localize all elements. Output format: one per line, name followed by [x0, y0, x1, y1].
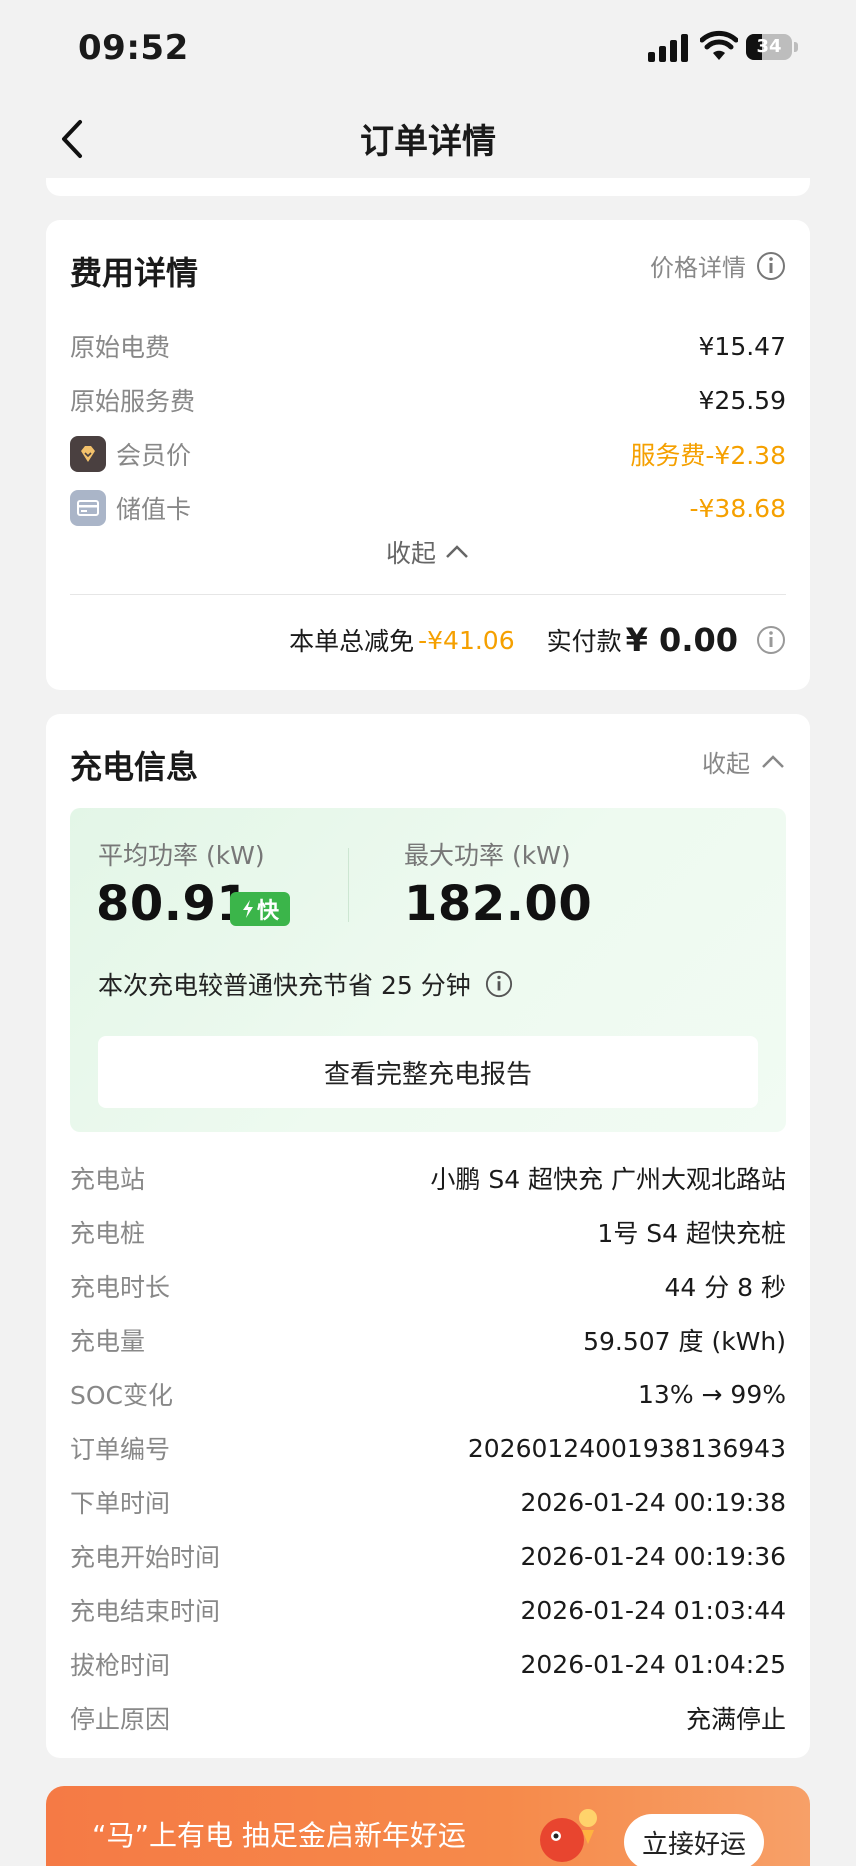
charge-info-row: SOC变化 13% → 99%	[70, 1374, 786, 1414]
fast-charge-badge: 快	[230, 892, 290, 926]
info-icon[interactable]	[756, 625, 786, 655]
charge-info-row: 拔枪时间 2026-01-24 01:04:25	[70, 1644, 786, 1684]
status-time: 09:52	[78, 28, 189, 68]
nav-bar: 订单详情	[0, 96, 856, 184]
fast-badge-label: 快	[256, 899, 279, 924]
chevron-up-icon	[762, 754, 784, 768]
fee-row-stored-card: 储值卡 -¥38.68	[70, 488, 786, 528]
charge-info-label: 停止原因	[70, 1705, 171, 1734]
fee-collapse-toggle[interactable]: 收起	[46, 534, 810, 570]
power-summary-panel: 平均功率 (kW) 80.91 快 最大功率 (kW) 182.00 本次充电较…	[70, 808, 786, 1132]
charge-info-label: 订单编号	[70, 1435, 171, 1464]
charge-info-row: 充电站 小鹏 S4 超快充 广州大观北路站	[70, 1158, 786, 1198]
charge-info-label: SOC变化	[70, 1381, 174, 1410]
price-detail-label: 价格详情	[650, 254, 746, 282]
promo-banner[interactable]: “马”上有电 抽足金启新年好运 立接好运	[46, 1786, 810, 1866]
charge-info-value: 59.507 度 (kWh)	[583, 1327, 786, 1356]
charge-info-row: 充电桩 1号 S4 超快充桩	[70, 1212, 786, 1252]
fee-row-service: 原始服务费 ¥25.59	[70, 380, 786, 420]
total-discount-value: -¥41.06	[418, 625, 515, 655]
charge-info-label: 充电站	[70, 1165, 146, 1194]
fee-totals: 本单总减免 -¥41.06 实付款 ¥ 0.00	[289, 618, 786, 662]
info-icon[interactable]	[485, 970, 513, 998]
charge-info-label: 充电量	[70, 1327, 146, 1356]
fee-card-title: 费用详情	[70, 254, 199, 292]
charge-info-value: 2026-01-24 01:03:44	[520, 1595, 786, 1625]
mascot-icon	[540, 1809, 597, 1862]
time-saved-note: 本次充电较普通快充节省 25 分钟	[98, 966, 513, 1002]
view-report-button[interactable]: 查看完整充电报告	[98, 1036, 758, 1108]
charge-info-value: 20260124001938136943	[467, 1433, 786, 1463]
charge-info-label: 充电结束时间	[70, 1597, 221, 1626]
fee-row-electricity: 原始电费 ¥15.47	[70, 326, 786, 366]
fee-row-member-price: 会员价 服务费-¥2.38	[70, 434, 786, 474]
charge-info-row: 下单时间 2026-01-24 00:19:38	[70, 1482, 786, 1522]
charge-info-value: 13% → 99%	[638, 1379, 786, 1409]
lightning-icon	[242, 900, 253, 918]
battery-icon: 34	[746, 34, 800, 62]
charge-info-label: 充电开始时间	[70, 1543, 221, 1572]
charge-info-value: 充满停止	[685, 1705, 786, 1734]
chevron-up-icon	[446, 545, 468, 558]
battery-percent: 34	[756, 36, 782, 57]
charge-info-value: 2026-01-24 00:19:36	[520, 1541, 786, 1571]
charge-info-value: 1号 S4 超快充桩	[597, 1219, 786, 1248]
fee-value: ¥25.59	[698, 385, 786, 415]
charge-info-row: 停止原因 充满停止	[70, 1698, 786, 1738]
charge-info-value: 2026-01-24 01:04:25	[520, 1649, 786, 1679]
max-power-value: 182.00	[404, 876, 593, 932]
previous-card-edge	[46, 178, 810, 196]
total-discount-label: 本单总减免	[289, 627, 415, 656]
collapse-label: 收起	[385, 539, 436, 568]
charge-info-row: 充电时长 44 分 8 秒	[70, 1266, 786, 1306]
charge-info-value: 小鹏 S4 超快充 广州大观北路站	[430, 1165, 786, 1194]
charge-info-value: 2026-01-24 00:19:38	[520, 1487, 786, 1517]
banner-action-button[interactable]: 立接好运	[624, 1814, 764, 1866]
fee-details-card: 费用详情 价格详情 原始电费 ¥15.47 原始服务费 ¥25.59 会员价 服…	[46, 220, 810, 690]
fee-value: 服务费-¥2.38	[630, 441, 786, 470]
paid-value: ¥ 0.00	[625, 621, 738, 659]
charge-info-label: 下单时间	[70, 1489, 171, 1518]
paid-label: 实付款	[546, 627, 622, 656]
charge-info-label: 拔枪时间	[70, 1651, 171, 1680]
diamond-icon	[70, 436, 106, 472]
charge-info-label: 充电时长	[70, 1273, 171, 1302]
wifi-icon	[700, 30, 738, 60]
charge-info-row: 充电开始时间 2026-01-24 00:19:36	[70, 1536, 786, 1576]
charge-info-value: 44 分 8 秒	[664, 1273, 786, 1302]
price-detail-link[interactable]: 价格详情	[650, 248, 786, 283]
collapse-label: 收起	[702, 750, 750, 778]
charge-info-row: 订单编号 20260124001938136943	[70, 1428, 786, 1468]
charge-collapse-toggle[interactable]: 收起	[702, 744, 786, 779]
metric-divider	[348, 848, 349, 922]
card-icon	[70, 490, 106, 526]
fee-label: 原始电费	[70, 333, 171, 362]
page-title: 订单详情	[360, 122, 496, 162]
divider	[70, 594, 786, 595]
max-power-label: 最大功率 (kW)	[404, 841, 571, 870]
charge-info-label: 充电桩	[70, 1219, 146, 1248]
signal-icon	[648, 34, 688, 62]
fee-label: 会员价	[116, 441, 192, 470]
avg-power-label: 平均功率 (kW)	[98, 841, 265, 870]
time-saved-text: 本次充电较普通快充节省 25 分钟	[98, 971, 471, 1000]
charge-info-row: 充电量 59.507 度 (kWh)	[70, 1320, 786, 1360]
status-bar: 09:52 34	[0, 0, 856, 96]
charge-info-row: 充电结束时间 2026-01-24 01:03:44	[70, 1590, 786, 1630]
fee-label: 储值卡	[116, 495, 192, 524]
info-icon	[757, 251, 785, 280]
banner-text: “马”上有电 抽足金启新年好运	[92, 1819, 466, 1852]
charging-info-card: 充电信息 收起 平均功率 (kW) 80.91 快 最大功率 (kW) 182.…	[46, 714, 810, 1758]
fee-value: ¥15.47	[698, 331, 786, 361]
avg-power-value: 80.91	[96, 876, 251, 932]
fee-value: -¥38.68	[689, 493, 787, 523]
charge-card-title: 充电信息	[70, 748, 199, 786]
fee-label: 原始服务费	[70, 387, 196, 416]
